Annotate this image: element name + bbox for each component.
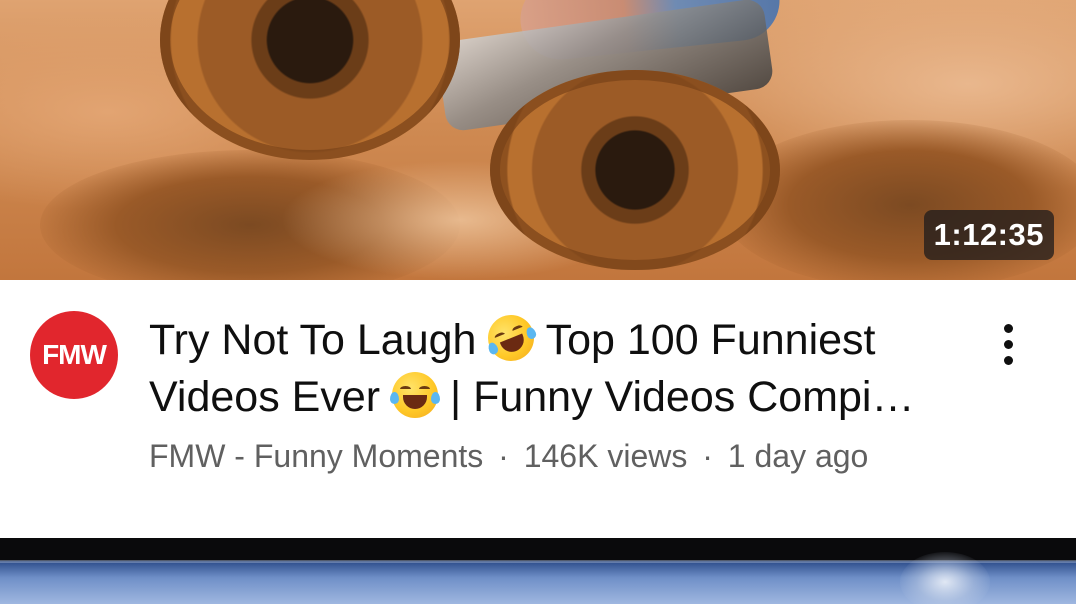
channel-name[interactable]: FMW - Funny Moments bbox=[149, 438, 483, 474]
video-meta: FMW Try Not To Laugh Top 100 Funniest Vi… bbox=[0, 280, 1076, 538]
upload-age: 1 day ago bbox=[727, 438, 869, 474]
title-line-2: Videos Ever | Funny Videos Compi… bbox=[149, 369, 959, 426]
title-text: Top 100 Funniest bbox=[545, 316, 876, 364]
title-text: Videos Ever bbox=[149, 373, 381, 421]
view-count: 146K views bbox=[523, 438, 688, 474]
tears-of-joy-emoji-icon bbox=[390, 372, 441, 418]
video-byline: FMW - Funny Moments · 146K views · 1 day… bbox=[149, 436, 868, 476]
title-line-1: Try Not To Laugh Top 100 Funniest bbox=[149, 312, 959, 369]
video-thumbnail[interactable]: 1:12:35 bbox=[0, 0, 1076, 280]
separator: · bbox=[702, 438, 713, 474]
channel-avatar[interactable]: FMW bbox=[30, 311, 118, 399]
title-text: Try Not To Laugh bbox=[149, 316, 477, 364]
more-options-icon[interactable] bbox=[985, 316, 1031, 372]
separator: · bbox=[498, 438, 509, 474]
atv-front-tire bbox=[160, 0, 460, 160]
rolling-on-floor-laughing-emoji-icon bbox=[481, 312, 542, 368]
video-duration-badge: 1:12:35 bbox=[923, 210, 1054, 260]
avatar-label: FMW bbox=[42, 339, 107, 370]
title-text: | Funny Videos Compi… bbox=[449, 373, 915, 421]
next-video-thumbnail[interactable] bbox=[0, 538, 1076, 604]
thumbnail-glare bbox=[900, 552, 990, 604]
atv-rear-tire bbox=[490, 70, 780, 270]
video-feed: 1:12:35 FMW Try Not To Laugh Top 100 Fun… bbox=[0, 0, 1076, 604]
video-title[interactable]: Try Not To Laugh Top 100 Funniest Videos… bbox=[149, 312, 959, 426]
